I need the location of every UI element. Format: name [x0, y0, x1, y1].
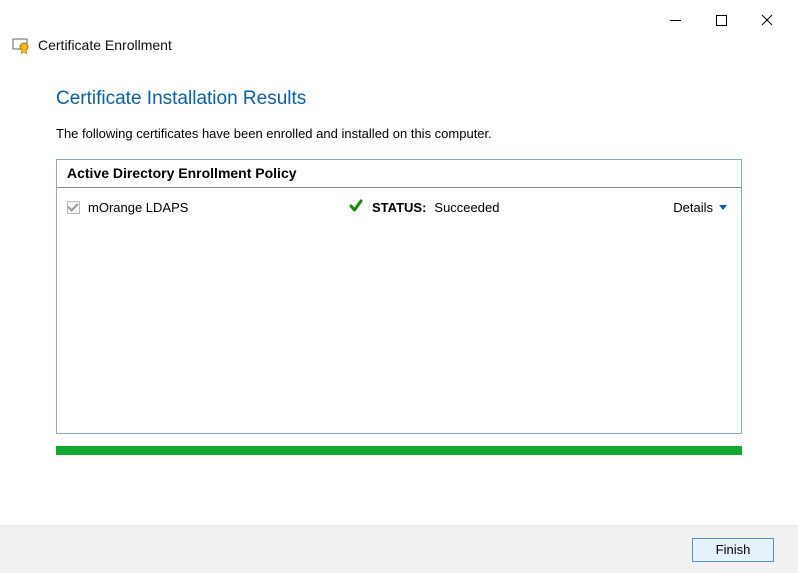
finish-button[interactable]: Finish — [692, 538, 774, 562]
page-title: Certificate Installation Results — [0, 60, 798, 126]
policy-header: Active Directory Enrollment Policy — [57, 160, 741, 188]
close-icon — [761, 14, 773, 26]
certificate-row: mOrange LDAPS STATUS: Succeeded Details — [57, 188, 741, 217]
certificate-icon — [12, 36, 30, 54]
page-description: The following certificates have been enr… — [0, 126, 798, 159]
status-area: STATUS: Succeeded Details — [348, 198, 731, 217]
progress-bar — [56, 446, 742, 455]
minimize-button[interactable] — [652, 6, 698, 34]
minimize-icon — [670, 15, 681, 26]
window-title: Certificate Enrollment — [38, 37, 172, 53]
enrollment-policy-box: Active Directory Enrollment Policy mOran… — [56, 159, 742, 434]
close-button[interactable] — [744, 6, 790, 34]
status-value: Succeeded — [434, 200, 499, 215]
maximize-icon — [716, 15, 727, 26]
success-check-icon — [348, 198, 364, 217]
details-toggle[interactable]: Details — [673, 200, 731, 215]
chevron-down-icon — [719, 205, 727, 210]
window-header: Certificate Enrollment — [0, 36, 798, 60]
maximize-button[interactable] — [698, 6, 744, 34]
details-label: Details — [673, 200, 713, 215]
certificate-checkbox — [67, 201, 80, 214]
status-label: STATUS: — [372, 200, 426, 215]
footer: Finish — [0, 525, 798, 573]
titlebar — [0, 0, 798, 36]
certificate-name: mOrange LDAPS — [88, 200, 348, 215]
